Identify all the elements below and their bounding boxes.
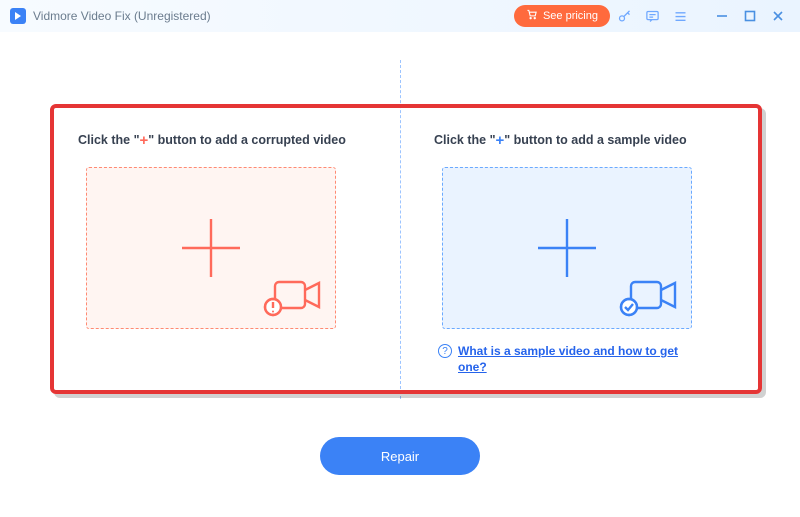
app-title: Vidmore Video Fix (Unregistered) xyxy=(33,9,211,23)
sample-video-panel: Click the "+" button to add a sample vid… xyxy=(406,104,762,394)
plus-icon xyxy=(176,213,246,283)
app-logo-icon xyxy=(10,8,26,24)
cart-icon xyxy=(526,9,538,23)
help-icon: ? xyxy=(438,344,452,358)
main-area: Click the "+" button to add a corrupted … xyxy=(0,32,800,517)
sample-help-row: ? What is a sample video and how to get … xyxy=(438,343,734,375)
add-corrupted-video-dropzone[interactable] xyxy=(86,167,336,329)
maximize-button[interactable] xyxy=(736,0,764,32)
plus-glyph-icon: + xyxy=(496,132,505,149)
sample-instruction: Click the "+" button to add a sample vid… xyxy=(434,132,734,149)
menu-icon[interactable] xyxy=(666,0,694,32)
camera-alert-icon xyxy=(263,275,325,322)
corrupted-instruction: Click the "+" button to add a corrupted … xyxy=(78,132,378,149)
titlebar: Vidmore Video Fix (Unregistered) See pri… xyxy=(0,0,800,32)
minimize-button[interactable] xyxy=(708,0,736,32)
see-pricing-button[interactable]: See pricing xyxy=(514,5,610,27)
add-sample-video-dropzone[interactable] xyxy=(442,167,692,329)
repair-button[interactable]: Repair xyxy=(320,437,480,475)
sample-help-link[interactable]: What is a sample video and how to get on… xyxy=(458,343,698,375)
camera-check-icon xyxy=(619,275,681,322)
feedback-icon[interactable] xyxy=(638,0,666,32)
corrupted-video-panel: Click the "+" button to add a corrupted … xyxy=(50,104,406,394)
close-button[interactable] xyxy=(764,0,792,32)
key-icon[interactable] xyxy=(610,0,638,32)
see-pricing-label: See pricing xyxy=(543,10,598,22)
plus-glyph-icon: + xyxy=(140,132,149,149)
plus-icon xyxy=(532,213,602,283)
